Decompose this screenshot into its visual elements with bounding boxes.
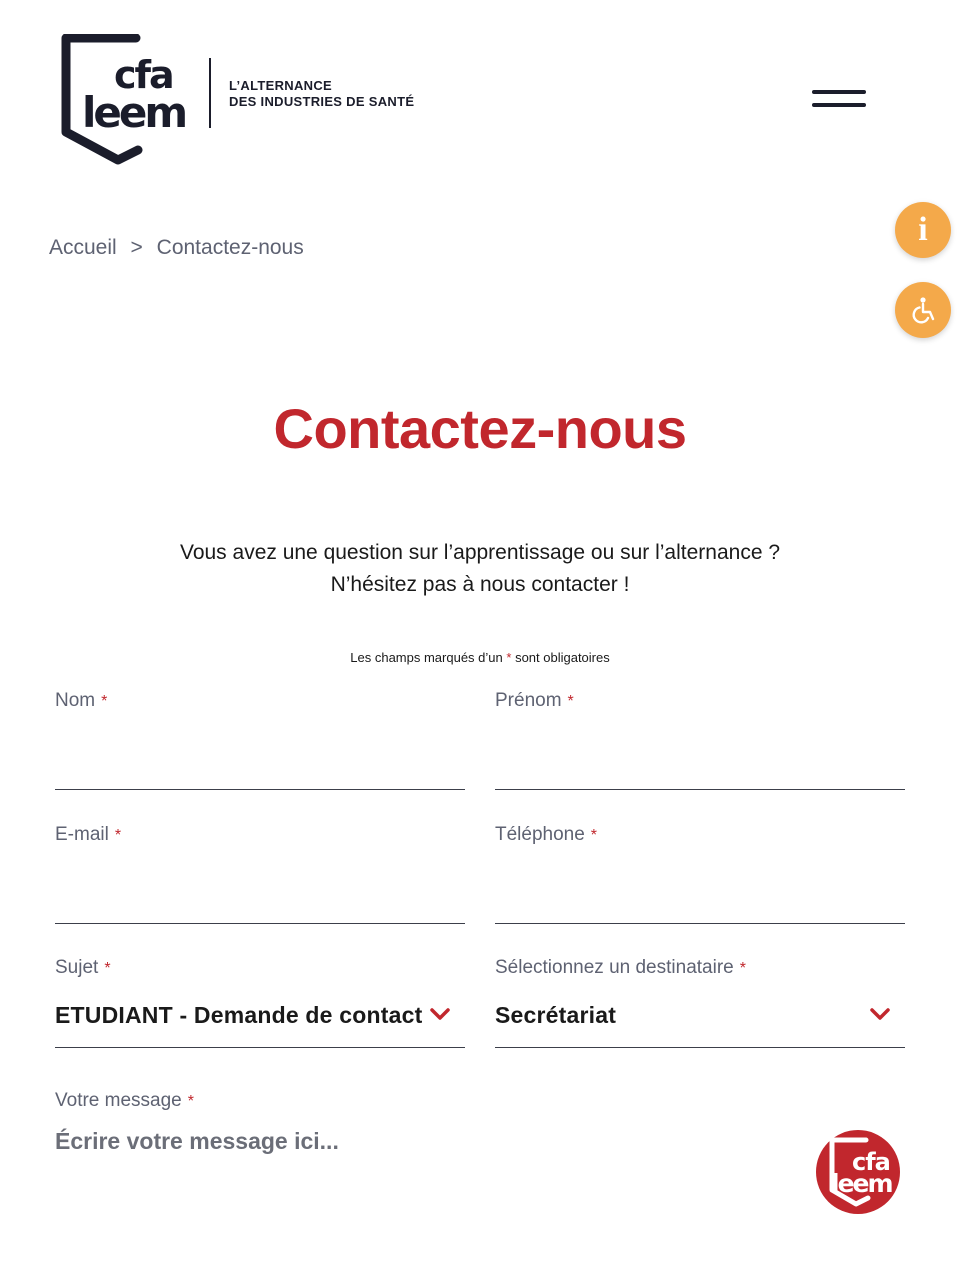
- logo-text-bottom: leem: [82, 88, 185, 137]
- required-star: *: [590, 827, 598, 844]
- intro-line-2: N’hésitez pas à nous contacter !: [330, 573, 630, 596]
- required-note-before: Les champs marqués d’un: [350, 650, 503, 665]
- tagline-line-1: L’ALTERNANCE: [229, 78, 333, 93]
- tagline-line-2: DES INDUSTRIES DE SANTÉ: [229, 94, 415, 109]
- email-label: E-mail *: [55, 824, 121, 846]
- field-underline: [55, 789, 465, 790]
- message-label-text: Votre message: [55, 1090, 182, 1111]
- required-star: *: [187, 1093, 194, 1110]
- hamburger-bar: [812, 103, 866, 107]
- chat-logo-text-bottom: leem: [831, 1169, 892, 1198]
- cfa-leem-logo[interactable]: cfa leem: [56, 34, 196, 166]
- field-underline: [495, 1047, 905, 1048]
- breadcrumb-separator: >: [130, 236, 143, 259]
- destinataire-label: Sélectionnez un destinataire *: [495, 957, 746, 979]
- breadcrumb: Accueil > Contactez-nous: [49, 236, 304, 260]
- prenom-label: Prénom *: [495, 690, 574, 712]
- sujet-label: Sujet *: [55, 957, 111, 979]
- chevron-down-icon: [870, 1008, 890, 1020]
- required-star: *: [101, 693, 108, 710]
- field-underline: [55, 1047, 465, 1048]
- email-input[interactable]: [55, 880, 465, 920]
- required-star: *: [567, 693, 574, 710]
- nom-label: Nom *: [55, 690, 107, 712]
- wheelchair-icon: [912, 297, 935, 324]
- breadcrumb-current: Contactez-nous: [156, 236, 304, 259]
- telephone-label-text: Téléphone: [495, 824, 585, 845]
- chat-bot-logo-icon[interactable]: cfa leem: [814, 1128, 902, 1216]
- destinataire-selected-value: Secrétariat: [495, 1002, 617, 1028]
- intro-text: Vous avez une question sur l’apprentissa…: [0, 537, 960, 601]
- logo-divider: [209, 58, 211, 128]
- field-underline: [55, 923, 465, 924]
- message-textarea[interactable]: [55, 1128, 755, 1228]
- required-star: *: [506, 650, 512, 665]
- destinataire-select[interactable]: Sélectionnez un destinataire * Secrétaria…: [495, 957, 905, 1048]
- required-star: *: [739, 960, 746, 977]
- page-title: Contactez-nous: [273, 397, 688, 460]
- sujet-selected-value: ETUDIANT - Demande de contact: [55, 1002, 423, 1028]
- required-star: *: [114, 827, 122, 844]
- required-star: *: [104, 960, 111, 977]
- prenom-input[interactable]: [495, 746, 905, 786]
- message-label: Votre message *: [55, 1090, 194, 1112]
- nom-label-text: Nom: [55, 690, 96, 711]
- required-fields-note: Les champs marqués d’un * sont obligatoi…: [0, 650, 960, 665]
- breadcrumb-home-link[interactable]: Accueil: [49, 236, 117, 259]
- chevron-down-icon: [430, 1008, 450, 1020]
- email-field: E-mail *: [55, 824, 465, 924]
- prenom-field: Prénom *: [495, 690, 905, 790]
- destinataire-label-text: Sélectionnez un destinataire: [495, 957, 734, 978]
- prenom-label-text: Prénom: [495, 690, 562, 711]
- info-button[interactable]: i: [895, 202, 951, 258]
- message-field: Votre message *: [55, 1090, 905, 1240]
- sujet-label-text: Sujet: [55, 957, 99, 978]
- telephone-input[interactable]: [495, 880, 905, 920]
- telephone-label: Téléphone *: [495, 824, 597, 846]
- accessibility-button[interactable]: [895, 282, 951, 338]
- info-icon: i: [918, 211, 928, 248]
- telephone-field: Téléphone *: [495, 824, 905, 924]
- required-note-after: sont obligatoires: [515, 650, 610, 665]
- field-underline: [495, 789, 905, 790]
- hamburger-menu-icon[interactable]: [812, 88, 868, 114]
- intro-line-1: Vous avez une question sur l’apprentissa…: [179, 541, 781, 564]
- sujet-select[interactable]: Sujet * ETUDIANT - Demande de contact: [55, 957, 465, 1048]
- email-label-text: E-mail: [55, 824, 109, 845]
- nom-field: Nom *: [55, 690, 465, 790]
- hamburger-bar: [812, 90, 866, 94]
- field-underline: [495, 923, 905, 924]
- nom-input[interactable]: [55, 746, 465, 786]
- brand-tagline: L’ALTERNANCE DES INDUSTRIES DE SANTÉ: [229, 78, 414, 110]
